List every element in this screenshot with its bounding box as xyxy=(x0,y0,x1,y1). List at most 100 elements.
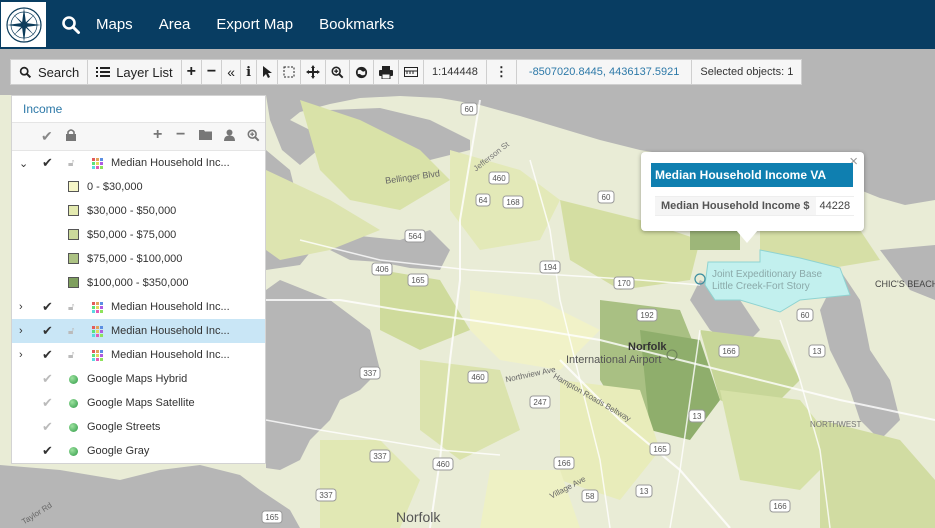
nav-maps[interactable]: Maps xyxy=(96,16,153,33)
route-shield: 166 xyxy=(773,502,787,511)
legend-label: $30,000 - $50,000 xyxy=(87,205,177,217)
user-icon[interactable] xyxy=(224,129,235,144)
search-button[interactable] xyxy=(46,15,96,35)
layer-row[interactable]: › ✔ 🔓︎ Median Household Inc... xyxy=(12,343,265,367)
basemap-globe-icon xyxy=(69,375,78,384)
nav-bookmarks[interactable]: Bookmarks xyxy=(319,16,414,33)
layer-visible-checkbox[interactable]: ✔ xyxy=(42,299,53,315)
basemap-checkbox[interactable]: ✔ xyxy=(42,419,53,435)
vertical-dots-icon: ⋮ xyxy=(494,64,508,79)
add-layer-icon[interactable]: + xyxy=(153,126,162,144)
remove-layer-icon[interactable]: − xyxy=(176,126,185,144)
globe-icon xyxy=(355,66,368,78)
basemap-checkbox[interactable]: ✔ xyxy=(42,395,53,411)
route-shield: 64 xyxy=(479,196,488,205)
label-chics-beach: CHIC'S BEACH xyxy=(875,279,935,289)
pointer-icon xyxy=(263,65,273,78)
zoom-in-button[interactable]: + xyxy=(181,60,202,84)
chevron-down-icon[interactable]: ⌄ xyxy=(19,157,28,170)
popup-attribute-row: Median Household Income $ 44228 xyxy=(655,196,855,216)
layer-name: Median Household Inc... xyxy=(111,301,230,313)
search-icon xyxy=(62,15,80,34)
basemap-row[interactable]: ✔ Google Streets xyxy=(12,415,265,439)
route-shield: 460 xyxy=(471,373,485,382)
route-shield: 166 xyxy=(722,347,736,356)
label-norfolk-city: Norfolk xyxy=(396,509,441,525)
identify-button[interactable]: i xyxy=(241,60,258,84)
layer-panel: Income ✔ + − ⌄ ✔ 🔓︎ Median Household Inc… xyxy=(11,95,266,464)
route-shield: 165 xyxy=(411,276,425,285)
selected-objects-count: Selected objects: 1 xyxy=(692,60,802,84)
layer-visible-checkbox[interactable]: ✔ xyxy=(42,323,53,339)
top-nav-bar: Maps Area Export Map Bookmarks xyxy=(0,0,935,49)
plus-icon: + xyxy=(186,63,196,80)
basemap-name: Google Maps Hybrid xyxy=(87,373,188,385)
unlock-icon[interactable]: 🔓︎ xyxy=(68,350,74,361)
legend-row: $75,000 - $100,000 xyxy=(12,247,265,271)
basemap-checkbox[interactable]: ✔ xyxy=(42,371,53,387)
zoom-to-layer-icon[interactable] xyxy=(247,129,260,145)
route-shield: 337 xyxy=(319,491,333,500)
route-shield: 13 xyxy=(640,487,649,496)
box-select-button[interactable] xyxy=(278,60,302,84)
layer-name: Median Household Inc... xyxy=(111,157,230,169)
legend-row: $30,000 - $50,000 xyxy=(12,199,265,223)
layer-visible-checkbox[interactable]: ✔ xyxy=(42,347,53,363)
check-all-icon[interactable]: ✔ xyxy=(41,128,53,145)
print-button[interactable] xyxy=(374,60,400,84)
unlock-icon[interactable]: 🔓︎ xyxy=(68,158,74,169)
legend-label: $100,000 - $350,000 xyxy=(87,277,189,289)
zoom-in-icon xyxy=(331,66,344,78)
lock-icon[interactable] xyxy=(66,129,76,144)
label-joint-base: Joint Expeditionary Base Little Creek-Fo… xyxy=(712,269,823,292)
folder-icon[interactable] xyxy=(199,129,212,143)
basemap-row[interactable]: ✔ Google Maps Hybrid xyxy=(12,367,265,391)
zoom-box-button[interactable] xyxy=(326,60,351,84)
coords-menu-button[interactable]: ⋮ xyxy=(486,60,517,84)
route-shield: 406 xyxy=(375,265,389,274)
unlock-icon[interactable]: 🔓︎ xyxy=(68,302,74,313)
select-pointer-button[interactable] xyxy=(257,60,279,84)
layer-row[interactable]: ⌄ ✔ 🔓︎ Median Household Inc... xyxy=(12,151,265,175)
label-airport: International Airport xyxy=(566,354,662,366)
collapse-button[interactable]: « xyxy=(222,60,242,84)
basemap-globe-icon xyxy=(69,399,78,408)
search-tool-button[interactable]: Search xyxy=(11,60,89,84)
route-shield: 13 xyxy=(693,412,702,421)
printer-icon xyxy=(379,65,394,79)
measure-button[interactable] xyxy=(399,60,425,84)
layer-list-button[interactable]: Layer List xyxy=(88,60,182,84)
layer-visible-checkbox[interactable]: ✔ xyxy=(42,155,53,171)
basemap-checkbox[interactable]: ✔ xyxy=(42,443,53,459)
minus-icon: − xyxy=(206,63,217,80)
nav-export-map[interactable]: Export Map xyxy=(216,16,313,33)
unlock-icon[interactable]: 🔓︎ xyxy=(68,326,74,337)
chevron-right-icon[interactable]: › xyxy=(19,325,23,337)
route-shield: 58 xyxy=(586,492,595,501)
layer-name: Median Household Inc... xyxy=(111,349,230,361)
info-icon: i xyxy=(246,64,252,80)
route-shield: 564 xyxy=(408,232,422,241)
coordinate-display: -8507020.8445, 4436137.5921 xyxy=(516,60,693,84)
basemap-globe-icon xyxy=(69,423,78,432)
basemap-name: Google Gray xyxy=(87,445,150,457)
compass-logo[interactable] xyxy=(1,2,46,47)
chevron-right-icon[interactable]: › xyxy=(19,349,23,361)
layer-list-label: Layer List xyxy=(116,64,173,80)
layer-row[interactable]: › ✔ 🔓︎ Median Household Inc... xyxy=(12,295,265,319)
route-shield: 60 xyxy=(465,105,474,114)
route-shield: 192 xyxy=(640,311,654,320)
route-shield: 337 xyxy=(373,452,387,461)
zoom-out-button[interactable]: − xyxy=(201,60,223,84)
label-northwest: NORTHWEST xyxy=(810,420,862,429)
legend-label: $50,000 - $75,000 xyxy=(87,229,177,241)
full-extent-button[interactable] xyxy=(350,60,375,84)
basemap-name: Google Maps Satellite xyxy=(87,397,195,409)
pan-button[interactable] xyxy=(301,60,327,84)
popup-attribute-value: 44228 xyxy=(819,200,851,212)
nav-area[interactable]: Area xyxy=(159,16,211,33)
layer-row-selected[interactable]: › ✔ 🔓︎ Median Household Inc... xyxy=(12,319,265,343)
basemap-row[interactable]: ✔ Google Gray xyxy=(12,439,265,463)
basemap-row[interactable]: ✔ Google Maps Satellite xyxy=(12,391,265,415)
chevron-right-icon[interactable]: › xyxy=(19,301,23,313)
